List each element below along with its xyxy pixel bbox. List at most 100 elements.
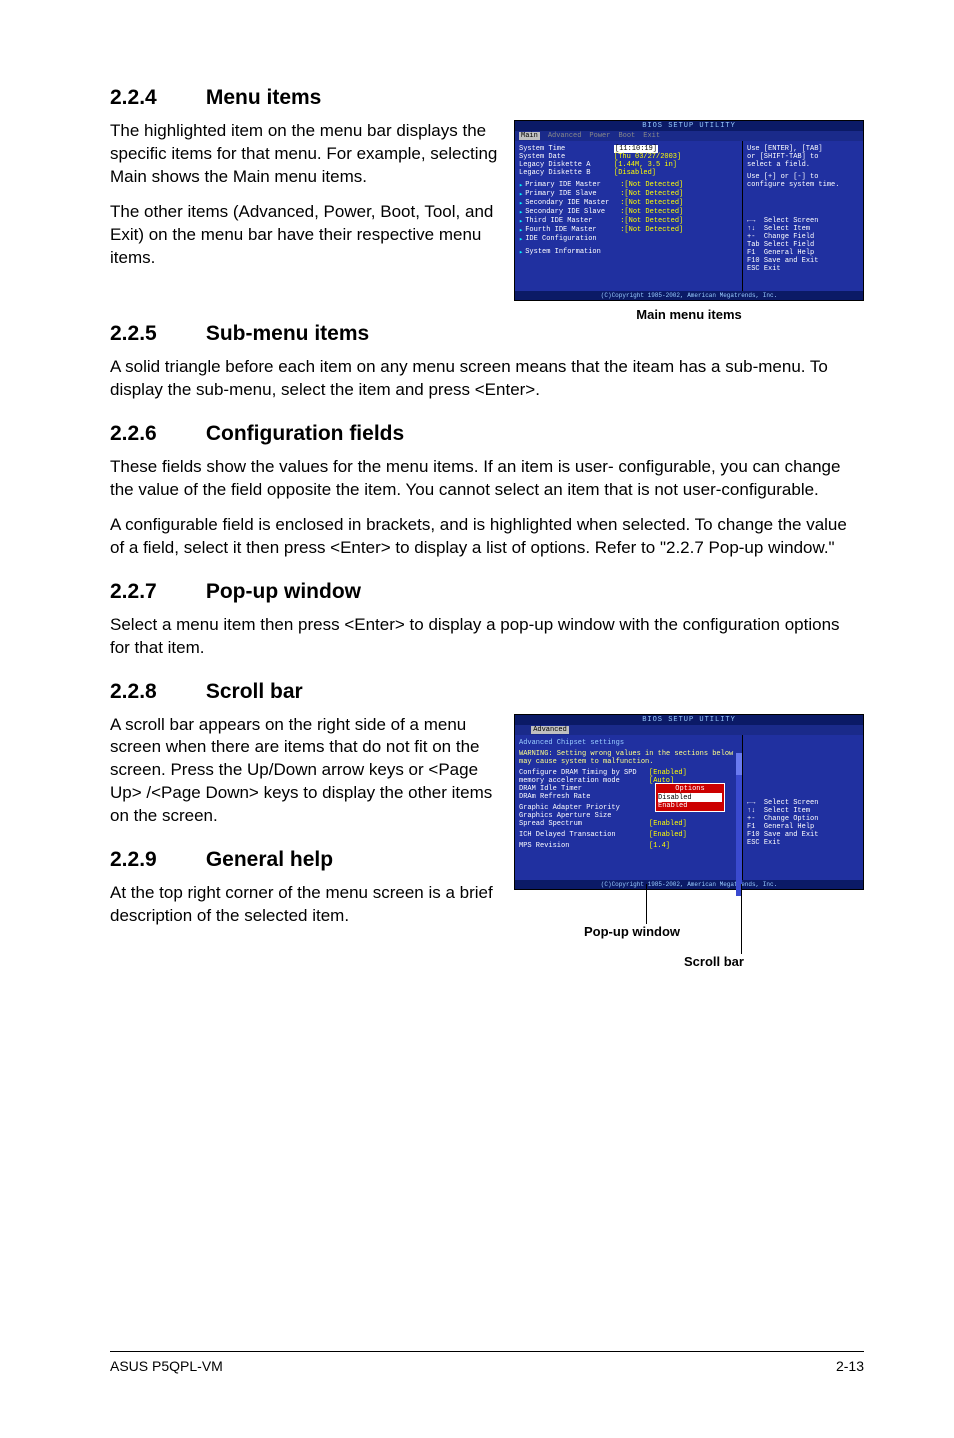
popup-head: Options <box>658 785 722 794</box>
heading-228: 2.2.8 Scroll bar <box>110 680 864 704</box>
v: [11:10:19] <box>614 145 658 153</box>
nk: F1 <box>747 823 755 831</box>
warn: WARNING: Setting wrong values in the sec… <box>519 750 738 766</box>
annot-line-popup <box>646 884 647 924</box>
p-226-2: A configurable field is enclosed in brac… <box>110 514 864 560</box>
k: Spread Spectrum <box>519 820 649 828</box>
nk: ←→ <box>747 799 755 807</box>
help-line: or [SHIFT-TAB] to <box>747 153 859 161</box>
v: [Enabled] <box>649 820 687 828</box>
v: [Disabled] <box>614 169 656 177</box>
page-footer: ASUS P5QPL-VM 2-13 <box>110 1351 864 1374</box>
nav-keys: ←→ Select Screen ↑↓ Select Item +- Chang… <box>747 217 859 273</box>
bios-body: System Time[11:10:19] System Date[Thu 03… <box>515 141 863 291</box>
k: Legacy Diskette B <box>519 169 614 177</box>
tab-exit: Exit <box>643 132 660 140</box>
k: System Time <box>519 145 614 153</box>
v: :[Not Detected] <box>620 190 683 199</box>
nv: Select Field <box>764 241 814 249</box>
k: DRAM Idle Timer <box>519 785 649 793</box>
heading-num: 2.2.9 <box>110 848 200 872</box>
nk: ESC <box>747 839 760 847</box>
bios-screenshot-2: BIOS SETUP UTILITY . Advanced Advanced C… <box>514 714 864 890</box>
v: :[Not Detected] <box>620 208 683 217</box>
v: [Enabled] <box>649 831 687 839</box>
v: :[Not Detected] <box>620 226 683 235</box>
k: ICH Delayed Transaction <box>519 831 649 839</box>
figure-popup: BIOS SETUP UTILITY . Advanced Advanced C… <box>514 714 864 960</box>
nk: ESC <box>747 265 760 273</box>
heading-title: Pop-up window <box>206 580 361 603</box>
scrollbar <box>736 753 742 896</box>
caption-main-menu: Main menu items <box>514 307 864 322</box>
bios-title: BIOS SETUP UTILITY <box>515 121 863 131</box>
nk: F10 <box>747 831 760 839</box>
k: Configure DRAM Timing by SPD <box>519 769 649 777</box>
k: Primary IDE Slave <box>525 190 620 199</box>
col-text-228: A scroll bar appears on the right side o… <box>110 714 500 941</box>
nk: F10 <box>747 257 760 265</box>
scrollbar-thumb <box>736 753 742 775</box>
page: 2.2.4 Menu items The highlighted item on… <box>0 0 954 1438</box>
nk: ↑↓ <box>747 225 755 233</box>
k: MPS Revision <box>519 842 649 850</box>
tab-main: Main <box>519 132 540 140</box>
nv: Change Option <box>764 815 819 823</box>
p-225-1: A solid triangle before each item on any… <box>110 356 864 402</box>
help-line: Use [+] or [-] to <box>747 173 859 181</box>
heading-num: 2.2.4 <box>110 86 200 110</box>
nk: +- <box>747 233 755 241</box>
nv: Select Screen <box>764 217 819 225</box>
popup-opt: Enabled <box>658 802 722 810</box>
bios-help: Use [ENTER], [TAB] or [SHIFT-TAB] to sel… <box>743 141 863 291</box>
nv: General Help <box>764 249 814 257</box>
bios-tabs: . Advanced <box>515 725 863 735</box>
heading-num: 2.2.8 <box>110 680 200 704</box>
nv: Select Screen <box>764 799 819 807</box>
v: [1.44M, 3.5 in] <box>614 161 677 169</box>
nv: Exit <box>764 839 781 847</box>
nv: Save and Exit <box>764 257 819 265</box>
k: DRAm Refresh Rate <box>519 793 649 801</box>
bios-body: Advanced Chipset settings WARNING: Setti… <box>515 735 863 880</box>
tab-advanced: Advanced <box>548 132 582 140</box>
col-text-224: The highlighted item on the menu bar dis… <box>110 120 500 282</box>
bios-help: ←→ Select Screen ↑↓ Select Item +- Chang… <box>743 735 863 880</box>
bios-foot: (C)Copyright 1985-2002, American Megatre… <box>515 291 863 300</box>
v: [Thu 03/27/2003] <box>614 153 681 161</box>
popup-window: Options Disabled Enabled <box>655 783 725 812</box>
v: :[Not Detected] <box>620 199 683 208</box>
tab-advanced: Advanced <box>531 726 569 734</box>
nk: ←→ <box>747 217 755 225</box>
k: System Information <box>525 248 620 257</box>
row-228: A scroll bar appears on the right side o… <box>110 714 864 960</box>
heading-title: Sub-menu items <box>206 322 369 345</box>
nv: Change Field <box>764 233 814 241</box>
annot-line-scroll <box>741 884 742 954</box>
p-226-1: These fields show the values for the men… <box>110 456 864 502</box>
tab-boot: Boot <box>618 132 635 140</box>
v: :[Not Detected] <box>620 181 683 190</box>
k: Third IDE Master <box>525 217 620 226</box>
k: System Date <box>519 153 614 161</box>
heading-226: 2.2.6 Configuration fields <box>110 422 864 446</box>
k: Secondary IDE Slave <box>525 208 620 217</box>
figure-main-menu: BIOS SETUP UTILITY Main Advanced Power B… <box>514 120 864 322</box>
nk: ↑↓ <box>747 807 755 815</box>
heading-title: Configuration fields <box>206 422 404 445</box>
v: :[Not Detected] <box>620 217 683 226</box>
k: Primary IDE Master <box>525 181 620 190</box>
nv: Exit <box>764 265 781 273</box>
bios-foot: (C)Copyright 1985-2002, American Megatre… <box>515 880 863 889</box>
nav-keys: ←→ Select Screen ↑↓ Select Item +- Chang… <box>747 799 859 847</box>
p-229-1: At the top right corner of the menu scre… <box>110 882 500 928</box>
v: [Enabled] <box>649 769 687 777</box>
help-line: Use [ENTER], [TAB] <box>747 145 859 153</box>
help-line: configure system time. <box>747 181 859 189</box>
p-224-1: The highlighted item on the menu bar dis… <box>110 120 500 189</box>
v: [1.4] <box>649 842 670 850</box>
nv: Save and Exit <box>764 831 819 839</box>
caption-popup: Pop-up window <box>584 924 680 939</box>
section-head: Advanced Chipset settings <box>519 739 738 747</box>
footer-right: 2-13 <box>836 1358 864 1374</box>
